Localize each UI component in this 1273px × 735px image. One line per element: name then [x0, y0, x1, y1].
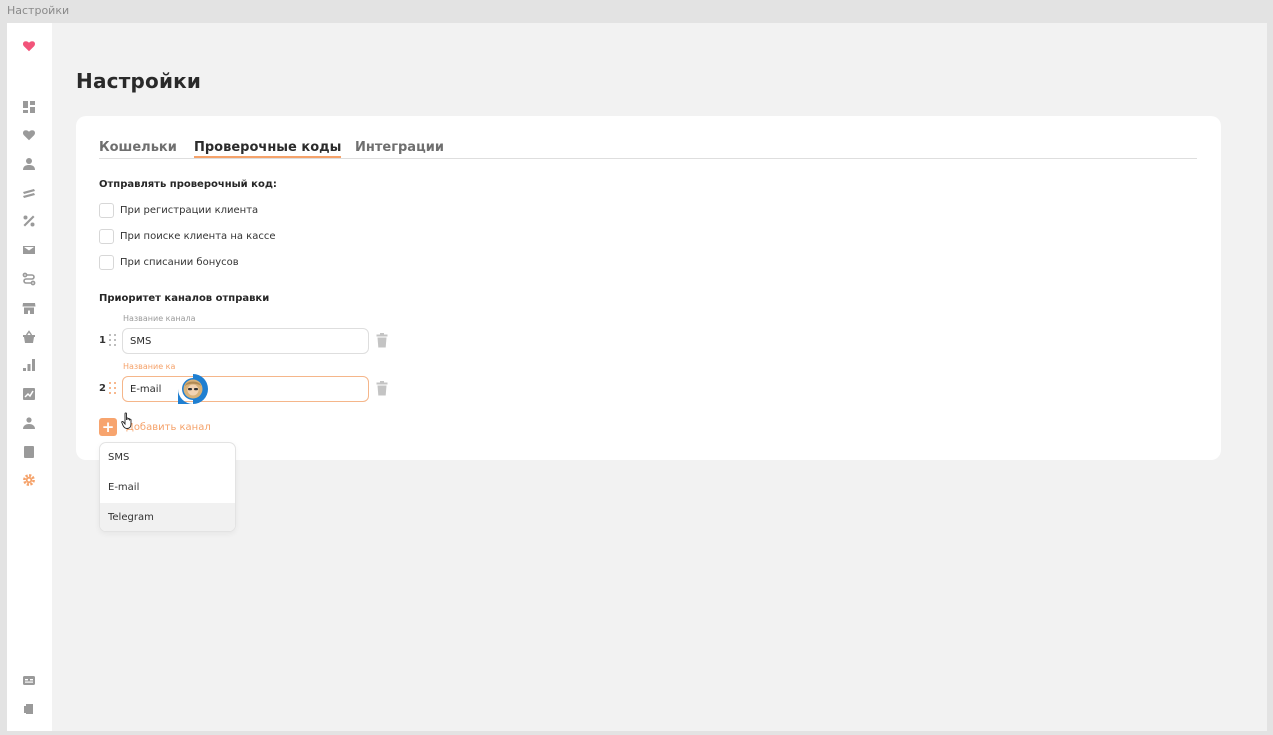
id-card-icon[interactable]: [21, 672, 37, 688]
hand-cursor-icon: [121, 412, 135, 430]
dropdown-option-sms[interactable]: SMS: [100, 443, 235, 473]
user-icon[interactable]: [21, 156, 37, 172]
trash-icon[interactable]: [376, 381, 388, 396]
cards-icon[interactable]: [21, 185, 37, 201]
dropdown-option-email[interactable]: E-mail: [100, 473, 235, 503]
dropdown-option-telegram[interactable]: Telegram: [100, 503, 235, 531]
heart-logo-icon[interactable]: [21, 38, 37, 54]
page-title: Настройки: [76, 69, 202, 93]
trash-icon[interactable]: [376, 333, 388, 348]
checkbox-label: При регистрации клиента: [120, 204, 259, 216]
tab-integrations[interactable]: Интеграции: [355, 140, 444, 155]
percent-icon[interactable]: [21, 213, 37, 229]
channel-number: 2: [99, 383, 106, 394]
checkbox-label: При поиске клиента на кассе: [120, 230, 276, 242]
add-channel-button[interactable]: + Добавить канал: [99, 418, 211, 436]
route-icon[interactable]: [21, 271, 37, 287]
heart-icon[interactable]: [21, 127, 37, 143]
tab-wallets[interactable]: Кошельки: [99, 140, 177, 155]
channel-name-input[interactable]: [122, 328, 369, 354]
checkbox-box[interactable]: [99, 202, 114, 218]
channel-number: 1: [99, 335, 106, 346]
checkbox-box[interactable]: [99, 228, 114, 244]
field-caption: Название ка: [123, 362, 176, 371]
bar-chart-icon[interactable]: [21, 357, 37, 373]
app-window: Настройки Кошельки Проверочные коды Инте…: [7, 23, 1267, 731]
channel-dropdown: SMS E-mail Telegram: [99, 442, 236, 532]
analytics-icon[interactable]: [21, 386, 37, 402]
checkbox-registration[interactable]: При регистрации клиента: [99, 202, 258, 218]
plus-icon: +: [99, 418, 117, 436]
tab-verification-codes[interactable]: Проверочные коды: [194, 140, 342, 158]
sidebar: [7, 23, 52, 731]
checkbox-bonus-writeoff[interactable]: При списании бонусов: [99, 254, 239, 270]
channel-name-input[interactable]: [122, 376, 369, 402]
send-code-title: Отправлять проверочный код:: [99, 179, 277, 190]
mail-icon[interactable]: [21, 242, 37, 258]
store-icon[interactable]: [21, 300, 37, 316]
drag-handle-icon[interactable]: [109, 382, 117, 395]
checkbox-box[interactable]: [99, 254, 114, 270]
add-channel-label: Добавить канал: [126, 421, 211, 433]
window-title: Настройки: [7, 4, 70, 17]
logout-icon[interactable]: [21, 701, 37, 717]
checkbox-pos-search[interactable]: При поиске клиента на кассе: [99, 228, 275, 244]
field-caption: Название канала: [123, 314, 196, 323]
checkbox-label: При списании бонусов: [120, 256, 239, 268]
dashboard-icon[interactable]: [21, 99, 37, 115]
gear-icon[interactable]: [21, 472, 37, 488]
document-icon[interactable]: [21, 444, 37, 460]
basket-icon[interactable]: [21, 329, 37, 345]
collaborator-cursor-avatar: [177, 373, 209, 405]
drag-handle-icon[interactable]: [109, 334, 117, 347]
tab-bar: Кошельки Проверочные коды Интеграции: [99, 140, 1197, 159]
settings-card: Кошельки Проверочные коды Интеграции Отп…: [76, 116, 1221, 460]
channels-title: Приоритет каналов отправки: [99, 293, 270, 304]
users-icon[interactable]: [21, 415, 37, 431]
